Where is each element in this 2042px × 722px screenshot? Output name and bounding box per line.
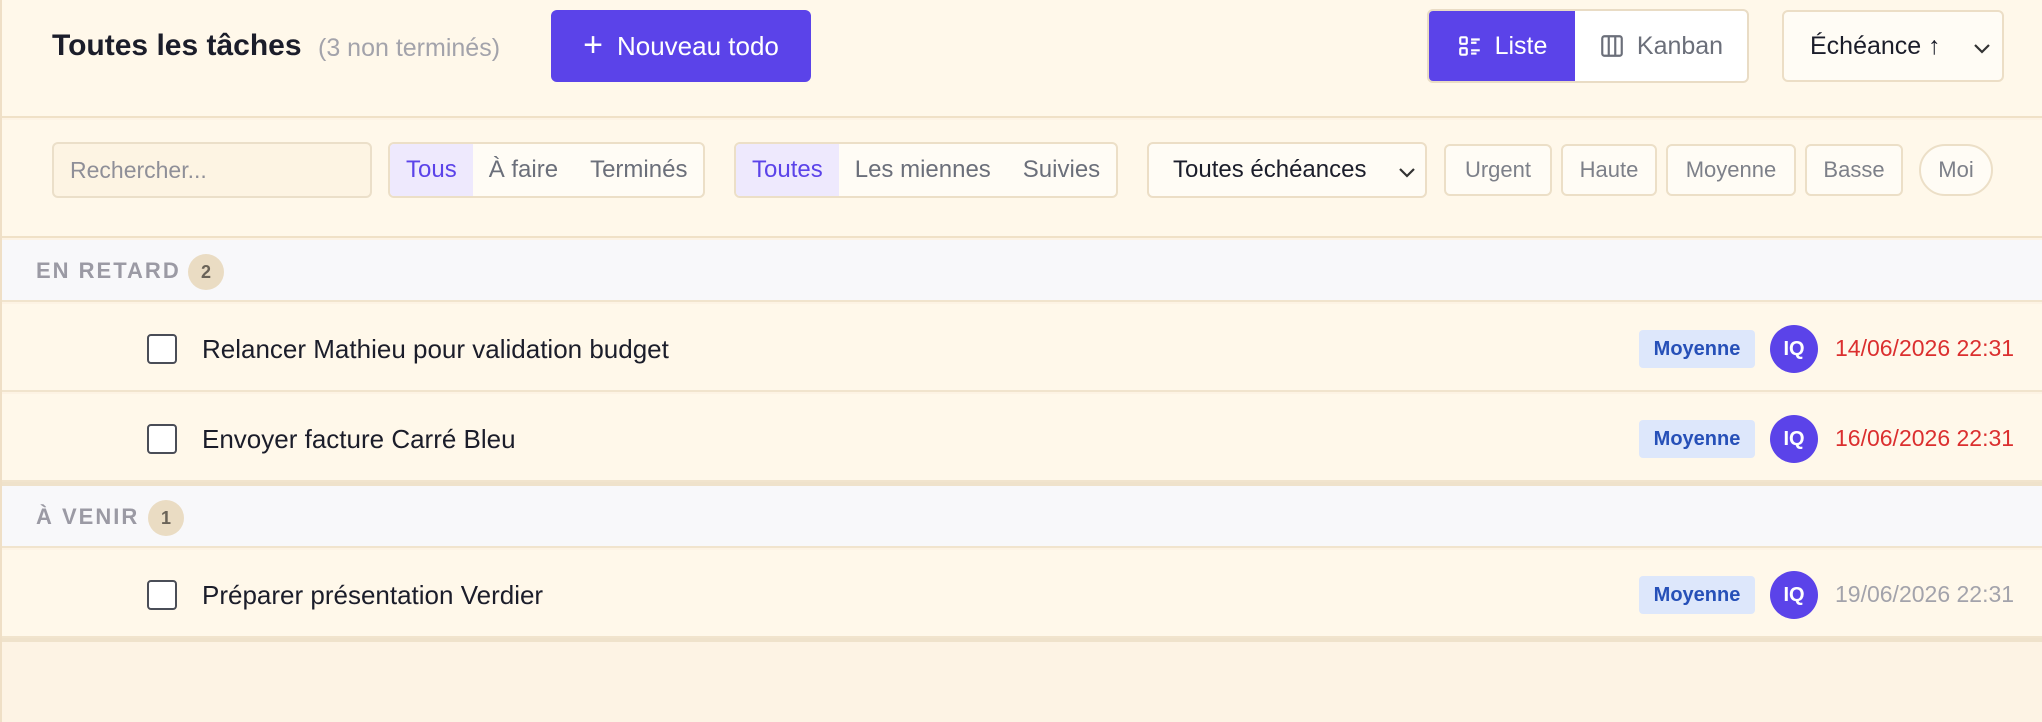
section-header-overdue: EN RETARD 2: [2, 240, 2042, 302]
status-option-done[interactable]: Terminés: [574, 144, 703, 196]
priority-chip-low[interactable]: Basse: [1805, 144, 1903, 196]
todo-app: Toutes les tâches (3 non terminés) + Nou…: [0, 0, 2042, 722]
task-title[interactable]: Préparer présentation Verdier: [202, 580, 543, 611]
filter-bar: Rechercher... Tous À faire Terminés Tout…: [2, 120, 2042, 238]
priority-chip-medium[interactable]: Moyenne: [1666, 144, 1796, 196]
scope-option-all[interactable]: Toutes: [736, 144, 839, 196]
task-title[interactable]: Envoyer facture Carré Bleu: [202, 424, 516, 455]
list-view-label: Liste: [1494, 31, 1548, 60]
task-title[interactable]: Relancer Mathieu pour validation budget: [202, 334, 669, 365]
priority-badge: Moyenne: [1639, 420, 1755, 458]
avatar: IQ: [1770, 571, 1818, 619]
due-date: 16/06/2026 22:31: [1835, 425, 2015, 451]
search-input[interactable]: Rechercher...: [52, 142, 372, 198]
assignee-chip-me[interactable]: Moi: [1919, 144, 1993, 196]
task-row[interactable]: Envoyer facture Carré Bleu Moyenne IQ 16…: [2, 394, 2042, 482]
task-checkbox[interactable]: [147, 580, 177, 610]
new-todo-label: Nouveau todo: [616, 30, 779, 61]
due-filter-select[interactable]: Toutes échéances: [1147, 142, 1427, 198]
list-icon: [1458, 36, 1480, 56]
due-filter-selected: Toutes échéances: [1173, 156, 1367, 183]
scope-filter: Toutes Les miennes Suivies: [734, 142, 1119, 198]
task-checkbox[interactable]: [147, 334, 177, 364]
due-date: 19/06/2026 22:31: [1835, 581, 2015, 607]
section-header-upcoming: À VENIR 1: [2, 486, 2042, 548]
task-row[interactable]: Préparer présentation Verdier Moyenne IQ…: [2, 550, 2042, 638]
plus-icon: +: [583, 25, 603, 64]
priority-chip-high[interactable]: Haute: [1561, 144, 1657, 196]
avatar: IQ: [1770, 325, 1818, 373]
status-option-todo[interactable]: À faire: [473, 144, 574, 196]
page-header: Toutes les tâches (3 non terminés) + Nou…: [2, 0, 2042, 118]
section-label: EN RETARD: [36, 258, 181, 283]
due-date: 14/06/2026 22:31: [1835, 335, 2015, 361]
scope-option-followed[interactable]: Suivies: [1007, 144, 1116, 196]
kanban-view-label: Kanban: [1636, 31, 1724, 60]
section-label: À VENIR: [36, 504, 140, 529]
task-checkbox[interactable]: [147, 424, 177, 454]
view-toggle: Liste Kanban: [1427, 9, 1749, 83]
priority-chip-urgent[interactable]: Urgent: [1444, 144, 1552, 196]
section-count-badge: 1: [148, 500, 184, 536]
page-title: Toutes les tâches: [52, 29, 302, 62]
priority-badge: Moyenne: [1639, 330, 1755, 368]
task-row[interactable]: Relancer Mathieu pour validation budget …: [2, 304, 2042, 392]
sort-selected: Échéance ↑: [1810, 31, 1941, 60]
section-count-badge: 2: [188, 254, 224, 290]
pending-count: (3 non terminés): [318, 34, 501, 62]
list-view-button[interactable]: Liste: [1429, 11, 1575, 81]
chevron-down-icon: [1974, 44, 1990, 54]
kanban-view-button[interactable]: Kanban: [1575, 11, 1747, 81]
sort-select[interactable]: Échéance ↑: [1782, 10, 2004, 82]
status-option-all[interactable]: Tous: [390, 144, 473, 196]
chevron-down-icon: [1399, 168, 1415, 178]
avatar: IQ: [1770, 415, 1818, 463]
status-filter: Tous À faire Terminés: [388, 142, 706, 198]
scope-option-mine[interactable]: Les miennes: [839, 144, 1007, 196]
section-divider: [2, 638, 2042, 642]
kanban-icon: [1601, 35, 1623, 57]
new-todo-button[interactable]: + Nouveau todo: [551, 10, 811, 82]
priority-badge: Moyenne: [1639, 576, 1755, 614]
